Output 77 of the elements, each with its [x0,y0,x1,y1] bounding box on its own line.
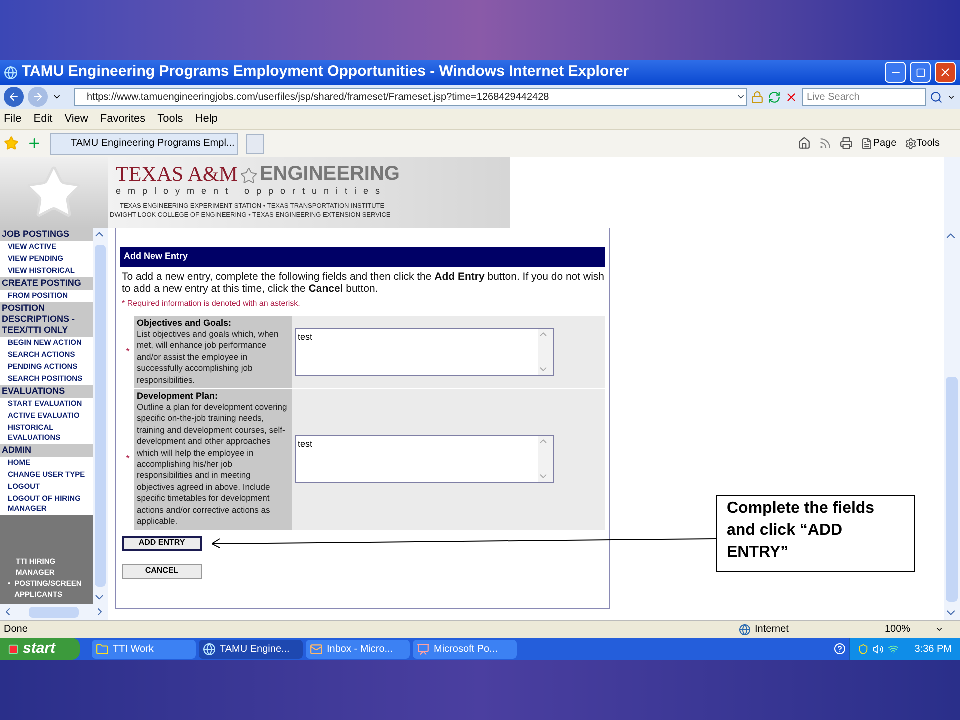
window-title: TAMU Engineering Programs Employment Opportunities - Windows Internet Explorer [22,62,630,82]
text-area[interactable]: test [295,328,554,376]
globe-icon [739,624,751,636]
mail-icon [310,642,323,656]
clock: 3:36 PM [914,642,952,656]
page-menu[interactable]: Page [873,136,897,151]
taskbar-button[interactable]: Inbox - Micro... [306,640,410,658]
shield-icon [858,644,869,654]
home-icon[interactable] [798,137,812,150]
search-field[interactable]: Live Search [802,88,926,106]
form-intro: To add a new entry, complete the following fields and then click the Add Entry button. If you do not wish to add a new entry at this time, click the Cancel button. [121,271,605,295]
callout-box: Complete the fields and click “ADD ENTRY” [716,495,915,572]
stop-icon[interactable] [785,90,798,104]
maximize-button[interactable] [910,62,931,83]
menu-item[interactable]: Tools [158,110,184,128]
search-icon[interactable] [930,90,943,104]
sidebar-section-title: EVALUATIONS [0,385,93,398]
form-button[interactable]: CANCEL [122,564,202,578]
field-description: List objectives and goals which, when met, will enhance job performance and/or assist the employee in successfully accomplishing job responsibilities. [137,329,280,386]
brand-engineering: ENGINEERING [260,163,400,185]
page-icon [861,138,874,150]
wifi-icon [888,644,899,654]
sidebar-section-title: POSITION DESCRIPTIONS - TEEX/TTI ONLY [0,302,93,337]
menu-item[interactable]: View [64,110,88,128]
sidebar-section-title: CREATE POSTING [0,277,93,290]
zoom-level[interactable]: 100% [885,622,935,637]
required-asterisk: * [125,346,131,360]
tools-gear-icon [904,138,917,150]
scroll-thumb[interactable] [29,606,79,618]
field-description: Outline a plan for development covering specific on-the-job training needs, training and development courses, self-development and other approaches which will help the employee in accomplishing his/her job responsibilities and in meeting objectives agreed in above. Include specific timetables for development actions and/or corrective actions as applicable. [137,402,288,528]
status-text: Done [4,623,29,637]
star-icon [240,167,258,185]
speaker-icon [872,644,884,654]
close-button[interactable] [935,62,956,83]
add-favorite-icon[interactable] [27,136,42,151]
text-area[interactable]: test [295,435,554,484]
minimize-button[interactable] [885,62,906,83]
browser-tab[interactable]: TAMU Engineering Programs Empl... [50,132,238,154]
form-title-bar: Add New Entry [120,247,605,267]
close-icon [939,66,952,79]
menu-item[interactable]: Edit [34,110,53,128]
print-icon[interactable] [840,137,854,150]
help-icon [834,643,846,655]
sidebar-section-title: JOB POSTINGS [0,228,93,241]
tagline: employment opportunities [116,185,388,197]
browser-icon [4,66,18,80]
tools-menu[interactable]: Tools [916,136,940,151]
taskbar-button[interactable]: Microsoft Po... [413,640,517,658]
menu-item[interactable]: Favorites [100,110,146,128]
globe-icon [203,642,216,656]
favorites-star-icon[interactable] [4,136,19,151]
scroll-thumb[interactable] [95,245,106,587]
feeds-icon[interactable] [819,137,832,150]
zone-text: Internet [755,623,790,637]
back-button[interactable] [4,87,24,107]
required-asterisk: * [125,452,131,467]
back-arrow-icon [8,91,20,103]
refresh-icon[interactable] [768,90,781,104]
forward-arrow-icon [32,91,44,103]
required-note: * Required information is denoted with an asterisk. [121,298,302,310]
field-label: Development Plan: [137,391,220,402]
form-button[interactable]: ADD ENTRY [122,536,202,550]
folder-icon [96,642,109,656]
taskbar-button[interactable]: TAMU Engine... [199,640,303,658]
lock-icon [751,90,764,104]
zoom-dropdown-icon[interactable] [935,625,944,634]
sidebar-section-title: ADMIN [0,444,93,457]
field-label: Objectives and Goals: [137,318,233,329]
taskbar-button[interactable]: TTI Work [92,640,196,658]
slides-icon [417,642,430,656]
menu-item[interactable]: File [4,110,22,128]
address-field[interactable]: https://www.tamuengineeringjobs.com/userfiles/jsp/shared/frameset/Frameset.jsp?time=1268429442428 [74,88,747,106]
start-button[interactable]: start [0,638,80,660]
brand-name: TEXAS A&M [116,163,238,185]
maximize-icon [916,68,926,78]
menu-item[interactable]: Help [195,110,218,128]
scroll-thumb[interactable] [946,377,958,602]
